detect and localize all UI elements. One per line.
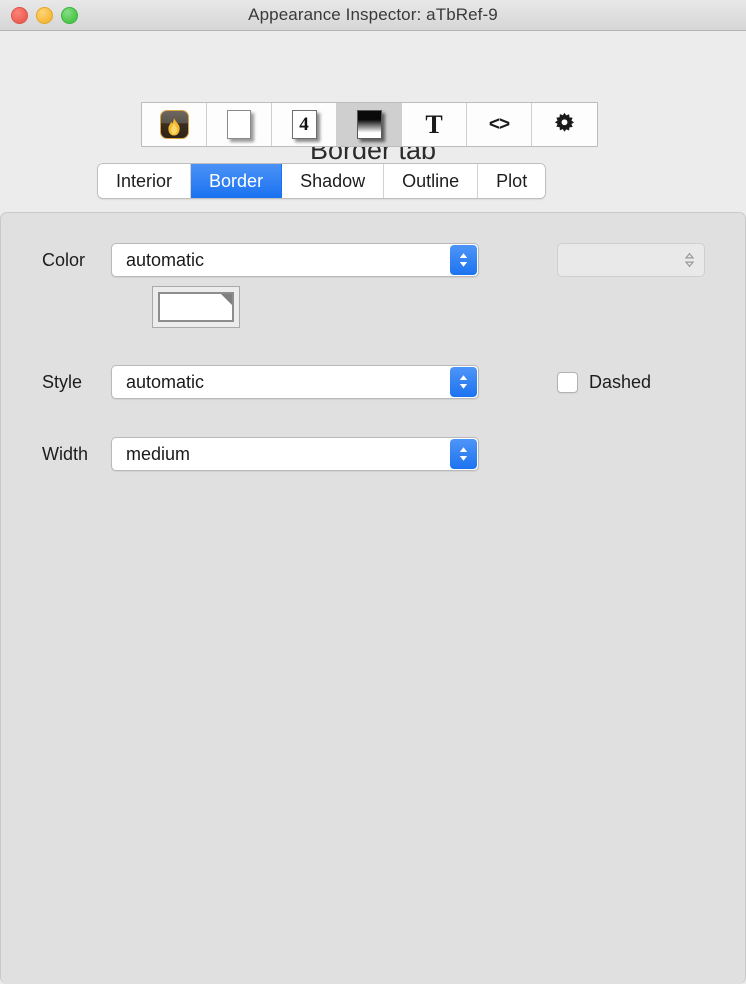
color-secondary-wrap <box>557 241 705 279</box>
color-label: Color <box>42 249 86 270</box>
dashed-checkbox[interactable] <box>557 371 578 393</box>
tab-bar-wrap: Interior Border Shadow Outline Plot <box>0 163 746 199</box>
dashed-label: Dashed <box>589 371 652 392</box>
chevron-updown-icon <box>450 439 477 469</box>
close-button[interactable] <box>11 7 28 24</box>
toolbar-item-settings[interactable] <box>532 103 597 146</box>
color-well[interactable] <box>152 286 240 328</box>
tab-plot[interactable]: Plot <box>478 164 546 198</box>
page-icon <box>227 110 251 139</box>
style-row: Style automatic Dashed <box>1 363 745 401</box>
width-row: Width medium <box>1 435 745 473</box>
toolbar-item-text[interactable]: T <box>402 103 467 146</box>
toolbar-item-code[interactable]: <> <box>467 103 532 146</box>
toolbar-item-page[interactable] <box>207 103 272 146</box>
chevron-updown-icon <box>450 367 477 397</box>
inspector-toolbar: 4 T <> <box>141 102 598 147</box>
gradient-icon <box>356 110 382 139</box>
tab-border[interactable]: Border <box>191 164 283 198</box>
text-icon: T <box>425 109 443 139</box>
page-number-icon: 4 <box>291 110 317 139</box>
color-select-value: automatic <box>126 249 205 270</box>
style-label: Style <box>42 371 83 392</box>
toolbar-item-appearance[interactable] <box>337 103 402 146</box>
chevron-updown-icon <box>450 245 477 275</box>
color-well-row <box>1 279 745 335</box>
tab-interior[interactable]: Interior <box>98 164 192 198</box>
color-select[interactable]: automatic <box>111 243 479 277</box>
tab-outline[interactable]: Outline <box>384 164 479 198</box>
window-title: Appearance Inspector: aTbRef-9 <box>248 5 498 24</box>
style-select[interactable]: automatic <box>111 365 479 399</box>
window-controls <box>11 0 78 31</box>
chevron-updown-disabled-icon <box>676 245 703 275</box>
color-row: Color automatic <box>1 241 745 279</box>
toolbar-area: 4 T <> <box>0 31 746 147</box>
color-well-swatch <box>158 292 234 322</box>
width-label: Width <box>42 443 89 464</box>
tab-shadow[interactable]: Shadow <box>282 164 385 198</box>
dashed-checkbox-row: Dashed <box>557 363 651 401</box>
width-select[interactable]: medium <box>111 437 479 471</box>
appearance-inspector-window: Appearance Inspector: aTbRef-9 4 T <> Bo… <box>0 0 746 984</box>
border-settings-form: Color automatic Style automatic Dashed W… <box>1 213 745 473</box>
width-select-value: medium <box>126 443 191 464</box>
zoom-button[interactable] <box>61 7 78 24</box>
code-icon: <> <box>488 114 510 135</box>
color-secondary-select[interactable] <box>557 243 705 277</box>
flame-icon <box>159 110 189 139</box>
style-select-value: automatic <box>126 371 205 392</box>
gear-icon <box>551 111 578 138</box>
toolbar-item-page-number[interactable]: 4 <box>272 103 337 146</box>
color-well-corner-icon <box>221 294 232 305</box>
tab-bar: Interior Border Shadow Outline Plot <box>97 163 547 199</box>
border-tab-panel: Color automatic Style automatic Dashed W… <box>0 212 746 984</box>
title-bar: Appearance Inspector: aTbRef-9 <box>0 0 746 31</box>
toolbar-item-flame[interactable] <box>142 103 207 146</box>
minimize-button[interactable] <box>36 7 53 24</box>
